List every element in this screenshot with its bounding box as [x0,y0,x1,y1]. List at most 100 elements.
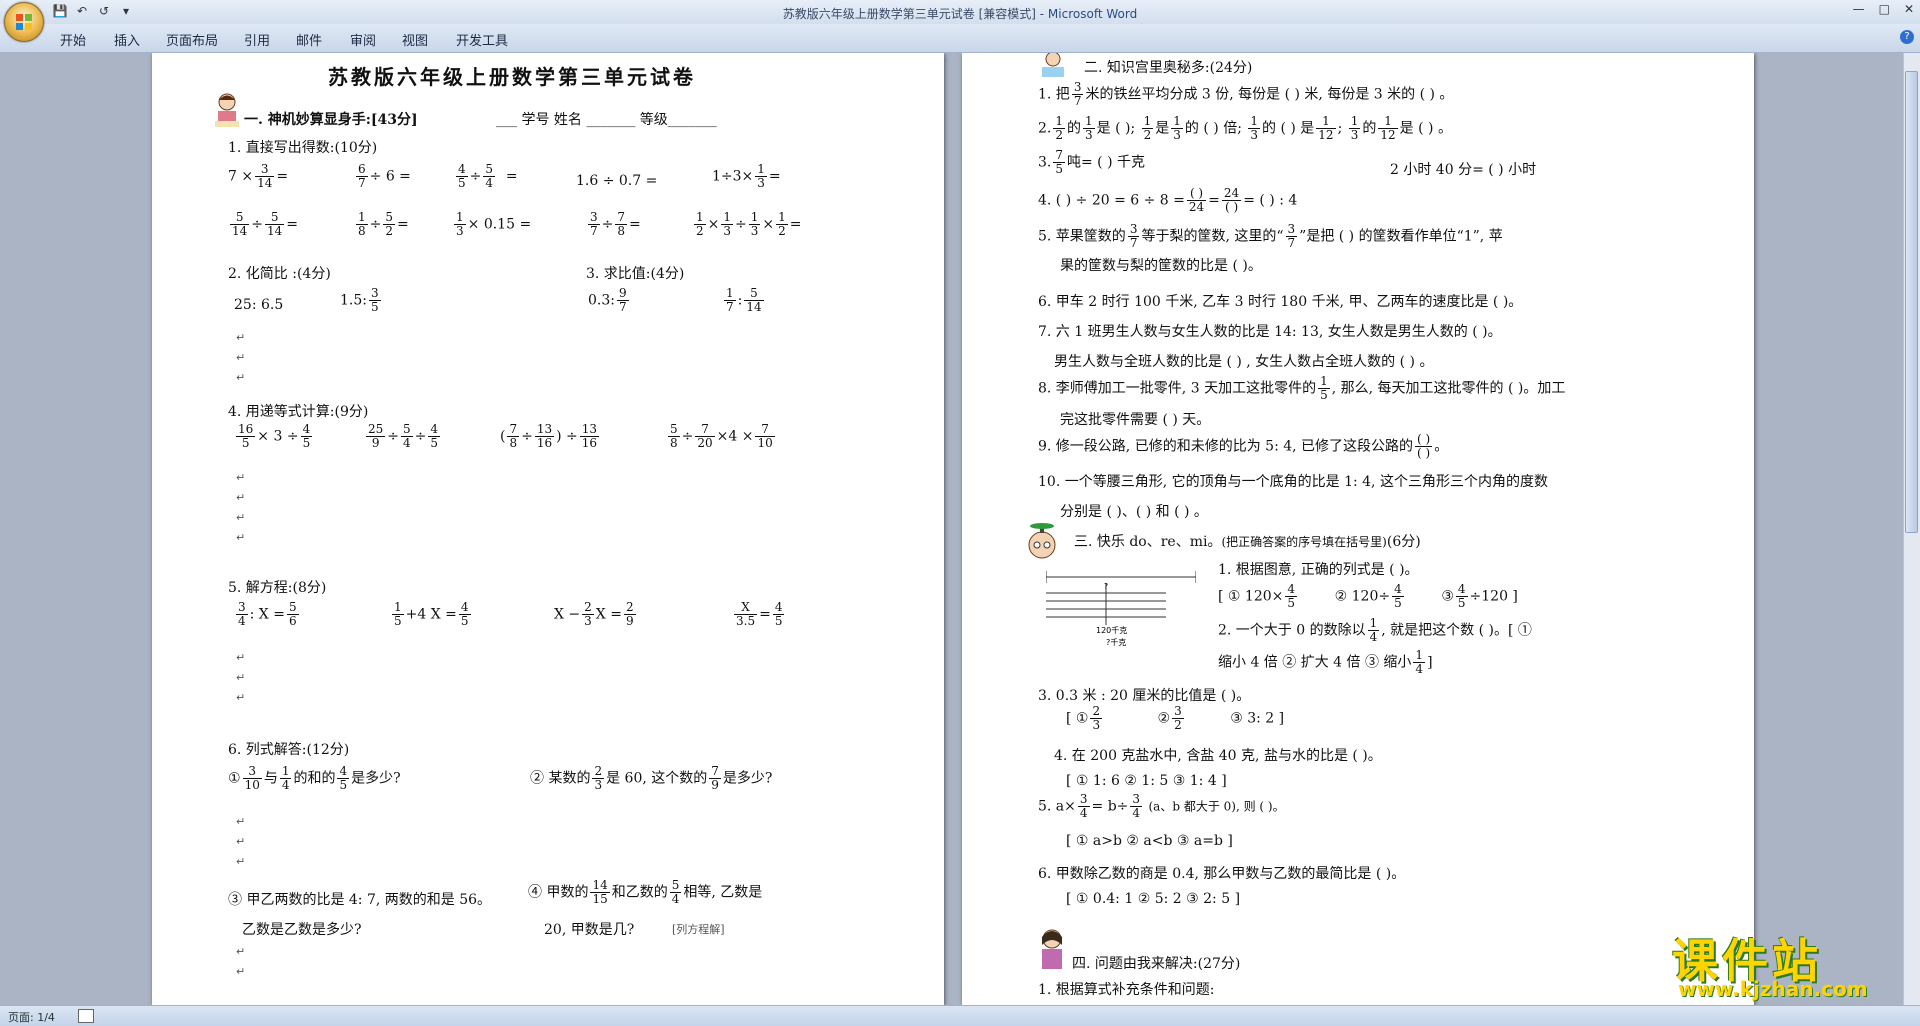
section-2-heading: 二. 知识宫里奥秘多:(24分) [1084,60,1253,76]
status-bar: 页面: 1/4 [0,1005,1920,1026]
q5-item-4: X 3.5 = 4 5 [734,600,785,628]
q1-item-2: 6 7 ÷ 6 = [356,162,411,190]
watermark-url: www.kjzhan.com [1678,977,1868,1001]
q1-item-6: 5 14 ÷ 5 14 = [230,210,299,238]
tab-references[interactable]: 引用 [244,30,270,49]
p2-q7-line-2: 男生人数与全班人数的比是 ( ) , 女生人数占全班人数的 ( ) 。 [1054,354,1434,370]
diagram-label-120kg: 120千克 [1096,625,1127,635]
p2-q6: 6. 甲车 2 时行 100 千米, 乙车 3 时行 180 千米, 甲、乙两车… [1038,294,1523,310]
paragraph-mark: ↵ [236,471,246,484]
q1-heading: 1. 直接写出得数:(10分) [228,140,378,156]
document-area: 苏教版六年级上册数学第三单元试卷 一. 神机妙算显身手:[43分] ___ 学号… [0,53,1904,1005]
p2-q7: 7. 六 1 班男生人数与女生人数的比是 14: 13, 女生人数是男生人数的 … [1038,324,1502,340]
q3-heading: 3. 求比值:(4分) [586,266,685,282]
tab-developer[interactable]: 开发工具 [456,30,508,49]
paragraph-mark: ↵ [236,511,246,524]
q6-item-2: ② 某数的 2 3 是 60, 这个数的 7 9 是多少? [530,764,773,792]
section-4-heading: 四. 问题由我来解决:(27分) [1072,956,1241,972]
q6-item-4-note: [列方程解] [672,923,725,936]
q5-heading: 5. 解方程:(8分) [228,580,327,596]
p3-q6: 6. 甲数除乙数的商是 0.4, 那么甲数与乙数的最简比是 ( )。 [1038,866,1406,882]
page-indicator[interactable]: 页面: 1/4 [8,1009,55,1025]
document-page-2: 二. 知识宫里奥秘多:(24分) 1. 把 3 7 米的铁丝平均分成 3 份, 每份是… [962,53,1754,1005]
q5-item-3: X −2 3 X = 2 9 [554,600,636,628]
help-icon[interactable]: ? [1900,30,1914,44]
document-title: 苏教版六年级上册数学第三单元试卷 [兼容模式] - [782,7,1048,21]
q1-item-10: 1 2 × 1 3 ÷ 1 3 × 1 2 = [694,210,802,238]
proofing-icon[interactable] [78,1009,94,1023]
p2-q8: 8. 李师傅加工一批零件, 3 天加工这批零件的 1 5, 那么, 每天加工这批零件… [1038,374,1566,402]
student-info-line: ___ 学号 姓名 _______ 等级_______ [496,112,717,128]
q6-item-3: ③ 甲乙两数的比是 4: 7, 两数的和是 56。 [228,892,492,908]
section-3-heading: 三. 快乐 do、re、mi。(把正确答案的序号填在括号里)(6分) [1074,534,1421,550]
q6-item-1: ① 3 10 与 1 4 的和的 4 5 是多少? [228,764,401,792]
p3-q5-options: [ ① a>b ② a<b ③ a=b ] [1066,833,1233,849]
diagram-label-unknown-kg: ?千克 [1106,637,1126,647]
p3-q4: 4. 在 200 克盐水中, 含盐 40 克, 盐与水的比是 ( )。 [1054,748,1382,764]
student-avatar-icon [215,93,239,127]
q5-item-2: 1 5 +4 X = 4 5 [392,600,471,628]
q1-item-4: 1.6 ÷ 0.7 = [576,173,658,189]
paragraph-mark: ↵ [236,531,246,544]
ribbon-tab-bar: 开始 插入 页面布局 引用 邮件 审阅 视图 开发工具 ? [0,24,1920,53]
restore-icon[interactable]: □ [1879,2,1890,16]
window-title: 苏教版六年级上册数学第三单元试卷 [兼容模式] - Microsoft Word [0,5,1920,22]
tab-mailings[interactable]: 邮件 [296,30,322,49]
diagram-label-unknown: ? [1104,582,1108,591]
p2-q3-b: 2 小时 40 分= ( ) 小时 [1390,162,1537,178]
paragraph-mark: ↵ [236,671,246,684]
p2-q3: 3. 7 5 吨= ( ) 千克 [1038,148,1146,176]
paragraph-mark: ↵ [236,651,246,664]
paragraph-mark: ↵ [236,691,246,704]
q2-item-1: 25: 6.5 [234,297,284,313]
q1-item-8: 1 3 × 0.15 = [454,210,532,238]
q4-item-1: 16 5 × 3 ÷ 4 5 [236,422,313,450]
p3-q1: 1. 根据图意, 正确的列式是 ( )。 [1218,562,1419,578]
p4-q1: 1. 根据算式补充条件和问题: [1038,982,1215,998]
q4-item-2: 25 9 ÷ 5 4 ÷ 4 5 [366,422,441,450]
office-logo-icon [16,14,32,30]
scrollbar-thumb[interactable] [1905,71,1918,533]
q6-item-3-line-2: 乙数是乙数是多少? [242,922,362,938]
p3-q4-options: [ ① 1: 6 ② 1: 5 ③ 1: 4 ] [1066,773,1227,789]
tab-home[interactable]: 开始 [60,30,86,49]
paragraph-mark: ↵ [236,965,246,978]
tab-review[interactable]: 审阅 [350,30,376,49]
q2-item-2: 1.5: 3 5 [340,286,381,314]
p3-q1-options: [ ① 120× 4 5 ② 120÷ 4 5 ③ 4 5 ÷120 ] [1218,582,1518,610]
q6-item-4-line-2: 20, 甲数是几? [544,922,635,938]
teacher-avatar-icon [1042,929,1062,969]
q4-heading: 4. 用递等式计算:(9分) [228,404,369,420]
vertical-scrollbar[interactable] [1903,53,1920,1005]
section-1-heading: 一. 神机妙算显身手:[43分] [244,112,418,128]
paragraph-mark: ↵ [236,855,246,868]
paragraph-mark: ↵ [236,835,246,848]
p2-q8-line-2: 完这批零件需要 ( ) 天。 [1060,412,1211,428]
tab-view[interactable]: 视图 [402,30,428,49]
minimize-icon[interactable]: — [1853,2,1865,16]
p3-q2: 2. 一个大于 0 的数除以 1 4, 就是把这个数 ( )。[ ① [1218,616,1532,644]
title-bar: 💾 ↶ ↺ ▾ 苏教版六年级上册数学第三单元试卷 [兼容模式] - Micros… [0,0,1920,24]
tab-page-layout[interactable]: 页面布局 [166,30,218,49]
book-avatar-icon [1042,53,1064,77]
page-title: 苏教版六年级上册数学第三单元试卷 [328,65,696,89]
p2-q1: 1. 把 3 7 米的铁丝平均分成 3 份, 每份是 ( ) 米, 每份是 3 米的 … [1038,80,1454,108]
paragraph-mark: ↵ [236,491,246,504]
q4-item-3: (7 8 ÷ 13 16) ÷ 13 16 [500,422,600,450]
close-icon[interactable]: ✕ [1904,2,1914,16]
p2-q9: 9. 修一段公路, 已修的和未修的比为 5: 4, 已修了这段公路的( )( )… [1038,432,1449,460]
tab-insert[interactable]: 插入 [114,30,140,49]
p3-q6-options: [ ① 0.4: 1 ② 5: 2 ③ 2: 5 ] [1066,891,1241,907]
document-page-1: 苏教版六年级上册数学第三单元试卷 一. 神机妙算显身手:[43分] ___ 学号… [152,53,944,1005]
q4-item-4: 5 8 ÷ 7 20 ×4 × 7 10 [668,422,775,450]
q6-heading: 6. 列式解答:(12分) [228,742,350,758]
q2-heading: 2. 化简比 :(4分) [228,266,331,282]
office-button[interactable] [4,2,44,42]
p2-q10: 10. 一个等腰三角形, 它的顶角与一个底角的比是 1: 4, 这个三角形三个内… [1038,474,1548,490]
window-controls: — □ ✕ [1853,2,1914,16]
q1-item-1: 7 × 3 14 = [228,162,289,190]
paragraph-mark: ↵ [236,371,246,384]
q6-item-4: ④ 甲数的 14 15 和乙数的 5 4 相等, 乙数是 [528,878,763,906]
p3-q2-options: 缩小 4 倍 ② 扩大 4 倍 ③ 缩小 1 4] [1218,648,1433,676]
q1-item-7: 1 8 ÷ 5 2 = [356,210,409,238]
